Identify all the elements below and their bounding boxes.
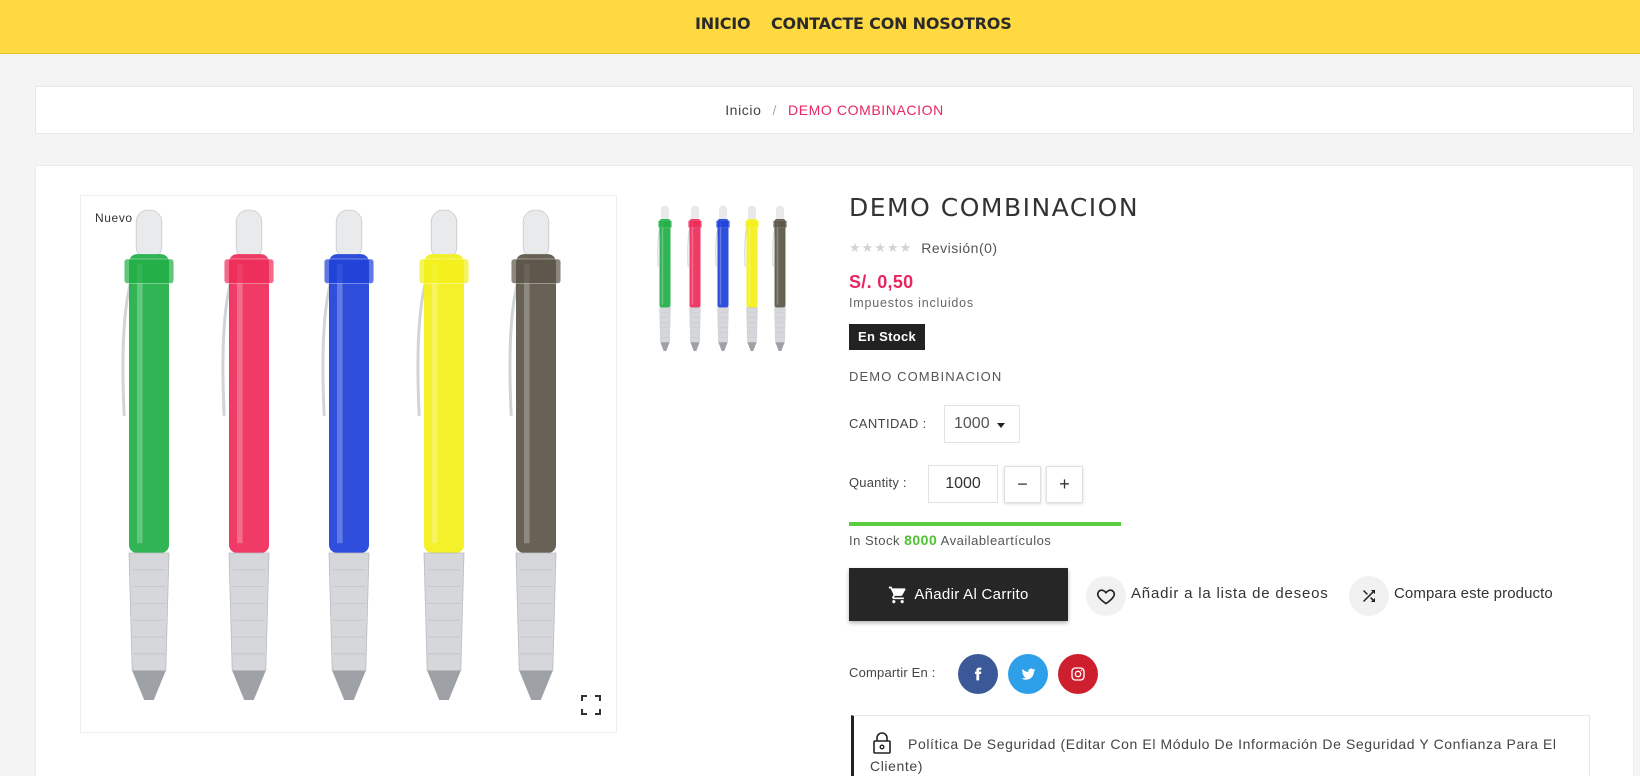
star-icon: ★ xyxy=(886,240,899,255)
top-navigation-bar: INICIO CONTACTE CON NOSOTROS xyxy=(0,0,1640,54)
breadcrumb-home-link[interactable]: Inicio xyxy=(725,102,761,118)
compare-label[interactable]: Compara este producto xyxy=(1394,585,1553,602)
nav-link-contacto[interactable]: CONTACTE CON NOSOTROS xyxy=(771,14,1012,33)
stock-count: In Stock 8000 Availableartículos xyxy=(849,532,1051,548)
share-label: Compartir En : xyxy=(849,665,936,680)
rating-stars: ★ ★ ★ ★ ★ xyxy=(849,240,911,256)
cantidad-label: CANTIDAD : xyxy=(849,416,927,431)
twitter-icon xyxy=(1021,668,1035,680)
rating-row: ★ ★ ★ ★ ★ Revisión(0) xyxy=(849,240,998,256)
instagram-icon xyxy=(1071,667,1085,681)
quantity-input[interactable] xyxy=(928,465,998,503)
fullscreen-expand-icon[interactable] xyxy=(580,694,602,716)
breadcrumb-container: Inicio / DEMO COMBINACION xyxy=(35,86,1634,134)
quantity-decrease-button[interactable]: − xyxy=(1004,466,1041,503)
shopping-cart-icon xyxy=(889,586,906,603)
heart-icon xyxy=(1096,589,1116,605)
security-policy-box: Política De Seguridad (Editar Con El Mód… xyxy=(851,715,1590,776)
compare-button[interactable] xyxy=(1349,576,1389,616)
stock-count-prefix: In Stock xyxy=(849,533,900,548)
main-product-image[interactable]: Nuevo xyxy=(80,195,617,733)
add-to-cart-label: Añadir Al Carrito xyxy=(914,586,1029,603)
stock-count-number: 8000 xyxy=(904,532,938,548)
breadcrumb: Inicio / DEMO COMBINACION xyxy=(36,102,1633,118)
star-icon: ★ xyxy=(861,240,874,255)
product-thumbnail[interactable] xyxy=(650,200,790,360)
pen-illustration xyxy=(321,209,375,700)
nav-link-inicio[interactable]: INICIO xyxy=(695,14,751,33)
pens-illustration xyxy=(121,209,562,700)
pen-illustration xyxy=(221,209,275,700)
star-icon: ★ xyxy=(849,240,861,255)
review-count-link[interactable]: Revisión(0) xyxy=(921,240,997,256)
shuffle-compare-icon xyxy=(1363,590,1375,602)
twitter-share-button[interactable] xyxy=(1008,654,1048,694)
star-icon: ★ xyxy=(874,240,886,255)
pen-illustration xyxy=(416,209,470,700)
product-price: S/. 0,50 xyxy=(849,272,914,292)
security-policy-text: Política De Seguridad (Editar Con El Mód… xyxy=(870,736,1557,774)
pen-illustration xyxy=(744,205,759,351)
new-badge: Nuevo xyxy=(95,211,133,225)
product-title: DEMO COMBINACION xyxy=(849,193,1140,222)
tax-note: Impuestos incluidos xyxy=(849,296,974,310)
quantity-increase-button[interactable]: + xyxy=(1046,466,1083,503)
quantity-label: Quantity : xyxy=(849,475,907,490)
stock-badge: En Stock xyxy=(849,324,926,350)
facebook-icon xyxy=(974,667,982,681)
pen-illustration xyxy=(508,209,562,700)
stock-level-bar xyxy=(849,522,1121,526)
cantidad-select[interactable]: 1000 xyxy=(944,405,1020,443)
pen-illustration xyxy=(121,209,175,700)
stock-level-fill xyxy=(849,522,1121,526)
pen-illustration xyxy=(657,205,672,351)
short-description: DEMO COMBINACION xyxy=(849,369,1003,384)
wishlist-label[interactable]: Añadir a la lista de deseos xyxy=(1131,585,1329,602)
pen-illustration xyxy=(687,205,702,351)
wishlist-button[interactable] xyxy=(1086,576,1126,616)
star-icon: ★ xyxy=(899,240,912,255)
caret-down-icon xyxy=(997,423,1005,428)
pen-illustration xyxy=(772,205,787,351)
add-to-cart-button[interactable]: Añadir Al Carrito xyxy=(849,568,1068,621)
pen-illustration xyxy=(715,205,730,351)
cantidad-selected-value: 1000 xyxy=(954,415,990,432)
facebook-share-button[interactable] xyxy=(958,654,998,694)
stock-count-suffix: Availableartículos xyxy=(940,533,1052,548)
breadcrumb-current: DEMO COMBINACION xyxy=(787,102,944,118)
breadcrumb-separator: / xyxy=(772,102,777,118)
thumbnail-pens-illustration xyxy=(657,205,787,351)
instagram-share-button[interactable] xyxy=(1058,654,1098,694)
